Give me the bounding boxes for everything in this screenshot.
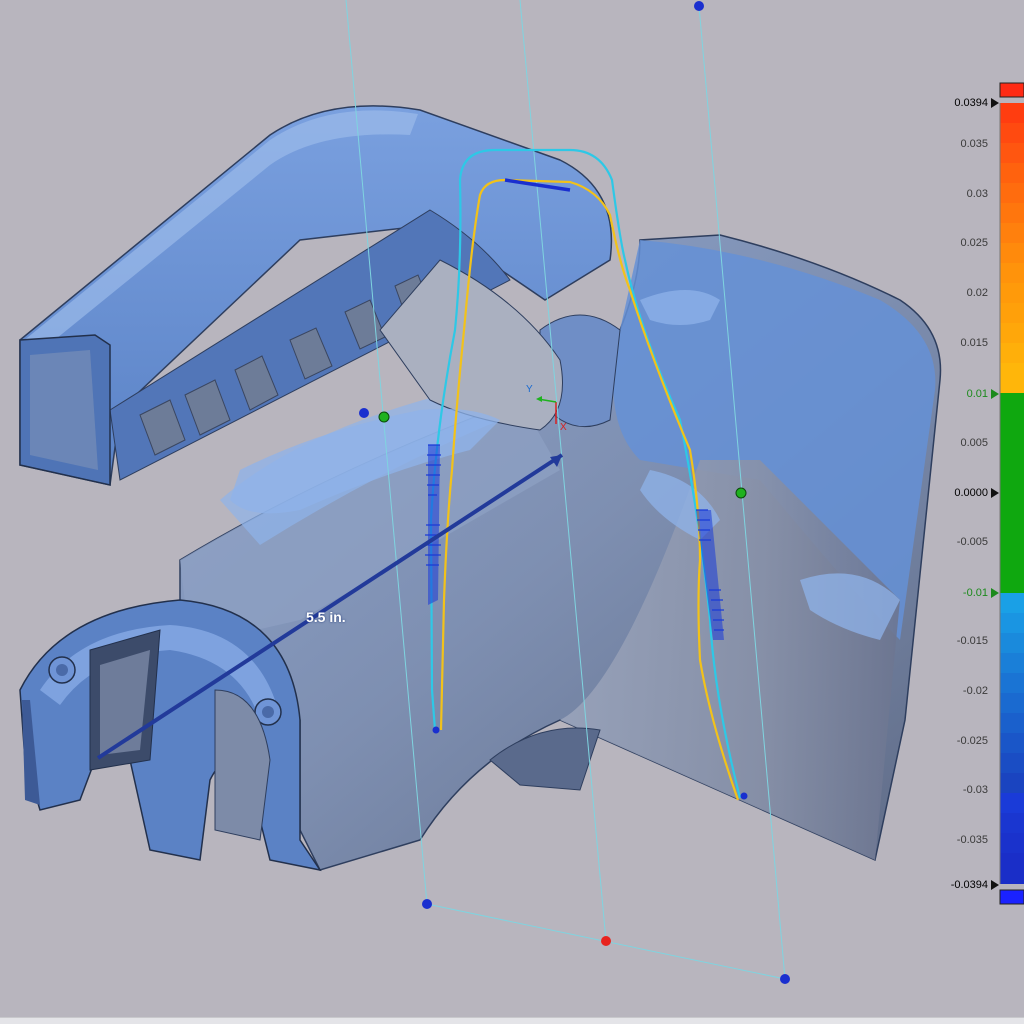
- status-strip: [0, 1017, 1024, 1024]
- plane-handle-left[interactable]: [359, 408, 369, 418]
- color-legend-bar[interactable]: [999, 82, 1024, 905]
- plane-handle-rotate-left[interactable]: [378, 411, 390, 423]
- legend-tick: 0.02: [966, 287, 988, 299]
- svg-text:X: X: [560, 422, 567, 433]
- legend-tick: 0.035: [960, 138, 988, 150]
- legend-min-label: -0.0394: [950, 879, 988, 891]
- plane-handle-top[interactable]: [694, 1, 704, 11]
- plane-handle-rotate-right[interactable]: [735, 487, 747, 499]
- legend-tick: 0.025: [960, 237, 988, 249]
- legend-tick: 0.005: [960, 437, 988, 449]
- legend-tick: 0.015: [960, 337, 988, 349]
- legend-tick: -0.035: [956, 834, 988, 846]
- svg-text:Y: Y: [526, 384, 533, 395]
- legend-tolerance-upper: 0.01: [966, 388, 988, 400]
- legend-max-label: 0.0394: [954, 97, 988, 109]
- plane-handle-bottom-left[interactable]: [422, 899, 432, 909]
- legend-tick: -0.025: [956, 735, 988, 747]
- legend-zero-marker[interactable]: [991, 488, 999, 498]
- legend-tick: -0.03: [962, 784, 988, 796]
- plane-handle-center[interactable]: [601, 936, 611, 946]
- dimension-label[interactable]: 5.5 in.: [306, 609, 346, 625]
- 3d-viewport[interactable]: Y X: [0, 0, 1024, 1024]
- legend-min-marker[interactable]: [991, 880, 999, 890]
- legend-max-marker[interactable]: [991, 98, 999, 108]
- legend-tolerance-lower: -0.01: [962, 587, 988, 599]
- legend-tick: 0.03: [966, 188, 988, 200]
- legend-tick: -0.005: [956, 536, 988, 548]
- model-scene[interactable]: Y X: [0, 0, 1024, 1024]
- legend-tick: -0.02: [962, 685, 988, 697]
- plane-handle-bottom-right[interactable]: [780, 974, 790, 984]
- legend-tick: -0.015: [956, 635, 988, 647]
- legend-zero-label: 0.0000: [954, 487, 988, 499]
- legend-tolerance-upper-marker[interactable]: [991, 389, 999, 399]
- legend-tolerance-lower-marker[interactable]: [991, 588, 999, 598]
